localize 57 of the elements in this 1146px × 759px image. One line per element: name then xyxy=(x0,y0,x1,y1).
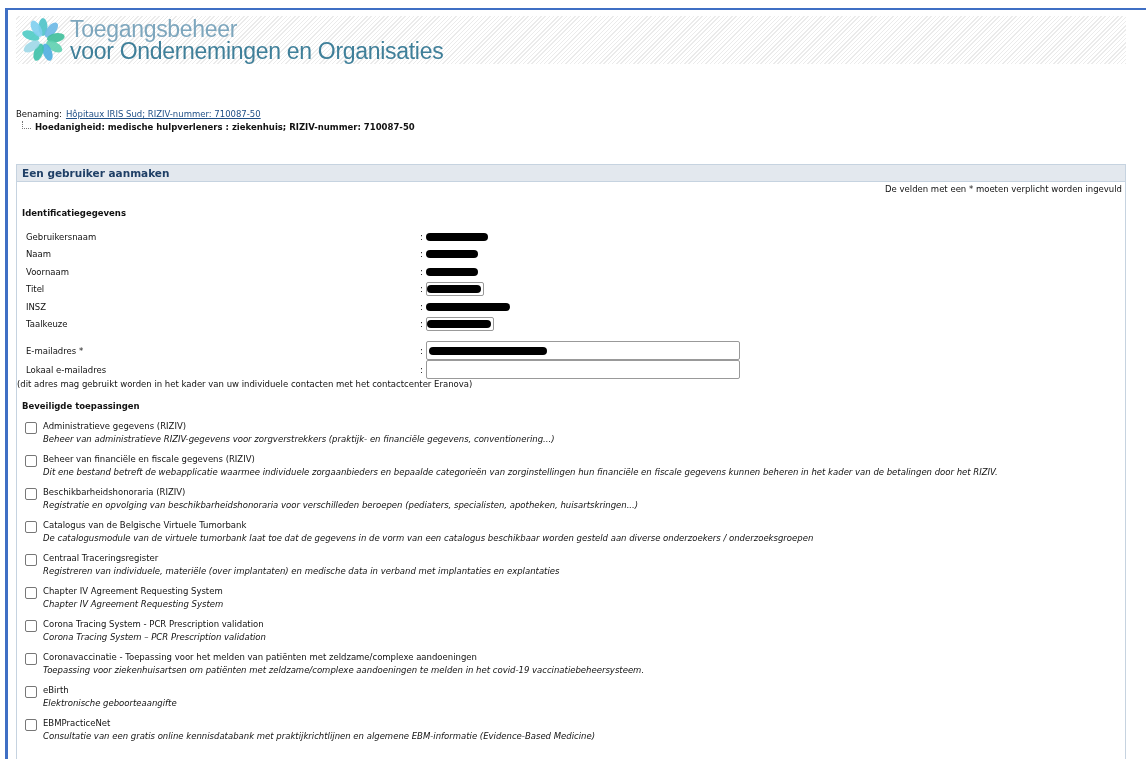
application-name: Administratieve gegevens (RIZIV) xyxy=(43,421,188,431)
application-name: eBirth xyxy=(43,685,70,695)
field-label: Naam xyxy=(26,249,53,260)
field-label: Titel xyxy=(26,284,46,295)
field-label: Gebruikersnaam xyxy=(26,231,98,242)
application-description: De catalogusmodule van de virtuele tumorbank laat toe dat de gegevens in de vorm van een catalogus beschikbaar worden gesteld aan diverse onderzoekers / onderzoeksgroepen xyxy=(43,533,815,543)
application-name: EBMPracticeNet xyxy=(43,718,112,728)
checkbox[interactable] xyxy=(25,653,37,665)
panel-title: Een gebruiker aanmaken xyxy=(17,164,1125,182)
colon-separator: : xyxy=(420,231,423,242)
application-description: Corona Tracing System – PCR Prescription validation xyxy=(43,632,267,642)
colon-separator: : xyxy=(420,301,423,312)
application-name: Coronavaccinatie - Toepassing voor het melden van patiënten met zeldzame/complexe aandoeningen xyxy=(43,652,478,662)
application-name: Corona Tracing System - PCR Prescription validation xyxy=(43,619,265,629)
application-description: Chapter IV Agreement Requesting System xyxy=(43,599,225,609)
application-description: Beheer van administratieve RIZIV-gegevens voor zorgverstrekkers (praktijk- en financiële gegevens, conventionering...) xyxy=(43,434,556,444)
application-description: Consultatie van een gratis online kennisdatabank met praktijkrichtlijnen en algemene EBM-informatie (Evidence-Based Medicine) xyxy=(43,731,596,741)
application-description: Toepassing voor ziekenhuisartsen om patiënten met zeldzame/complexe aandoeningen te melden in het covid-19 vaccinatiebeheersysteem. xyxy=(43,665,646,675)
email-field[interactable] xyxy=(425,341,740,360)
email-note: (dit adres mag gebruikt worden in het kader van uw individuele contacten met het contactcenter Eranova) xyxy=(17,379,474,389)
application-name: Beheer van financiële en fiscale gegevens (RIZIV) xyxy=(43,454,256,464)
app-title: Toegangsbeheer xyxy=(70,18,238,40)
colon-separator: : xyxy=(420,284,423,295)
colon-separator: : xyxy=(420,345,423,356)
application-name: Catalogus van de Belgische Virtuele Tumorbank xyxy=(43,520,248,530)
application-name: Centraal Traceringsregister xyxy=(43,553,160,563)
checkbox[interactable] xyxy=(25,554,37,566)
checkbox[interactable] xyxy=(25,587,37,599)
checkbox[interactable] xyxy=(25,422,37,434)
colon-separator: : xyxy=(420,364,423,375)
capacity-label: Hoedanigheid: medische hulpverleners : ziekenhuis; RIZIV-nummer: 710087-50 xyxy=(35,121,415,134)
field-label: INSZ xyxy=(26,301,48,312)
checkbox[interactable] xyxy=(25,521,37,533)
checkbox[interactable] xyxy=(25,455,37,467)
organisation-link[interactable]: Hôpitaux IRIS Sud; RIZIV-nummer: 710087-50 xyxy=(65,109,261,119)
email-field[interactable] xyxy=(425,360,740,379)
checkbox[interactable] xyxy=(25,620,37,632)
field-label: Lokaal e-mailadres xyxy=(26,364,108,375)
application-description: Elektronische geboorteaangifte xyxy=(43,698,178,708)
section-heading: Beveiligde toepassingen xyxy=(22,401,141,411)
field-label: Voornaam xyxy=(26,266,70,277)
field-label: Taalkeuze xyxy=(26,319,69,330)
application-name: Chapter IV Agreement Requesting System xyxy=(43,586,224,596)
colon-separator: : xyxy=(420,249,423,260)
checkbox[interactable] xyxy=(25,719,37,731)
application-description: Registreren van individuele, materiële (over implantaten) en medische data in verband met implantaties en explantaties xyxy=(43,566,561,576)
checkbox[interactable] xyxy=(25,488,37,500)
application-description: Dit ene bestand betreft de webapplicatie waarmee individuele zorgaanbieders en bepaalde categorieën van zorginstellingen hun financiële en fiscale gegevens kunnen beheren in het kader van de betalingen door het RIZIV. xyxy=(43,467,999,477)
application-description: Registratie en opvolging van beschikbarheidshonoraria voor verschilleden beroepen (pediaters, specialisten, apotheken, huisartskringen...) xyxy=(43,500,640,510)
section-heading: Identificatiegegevens xyxy=(22,208,127,218)
field-label: E-mailadres * xyxy=(26,345,85,356)
breadcrumb-label: Benaming: xyxy=(16,109,62,119)
colon-separator: : xyxy=(420,266,423,277)
checkbox[interactable] xyxy=(25,686,37,698)
application-name: Beschikbarheidshonoraria (RIZIV) xyxy=(43,487,187,497)
required-note: De velden met een * moeten verplicht worden ingevuld xyxy=(884,183,1123,194)
colon-separator: : xyxy=(420,319,423,330)
